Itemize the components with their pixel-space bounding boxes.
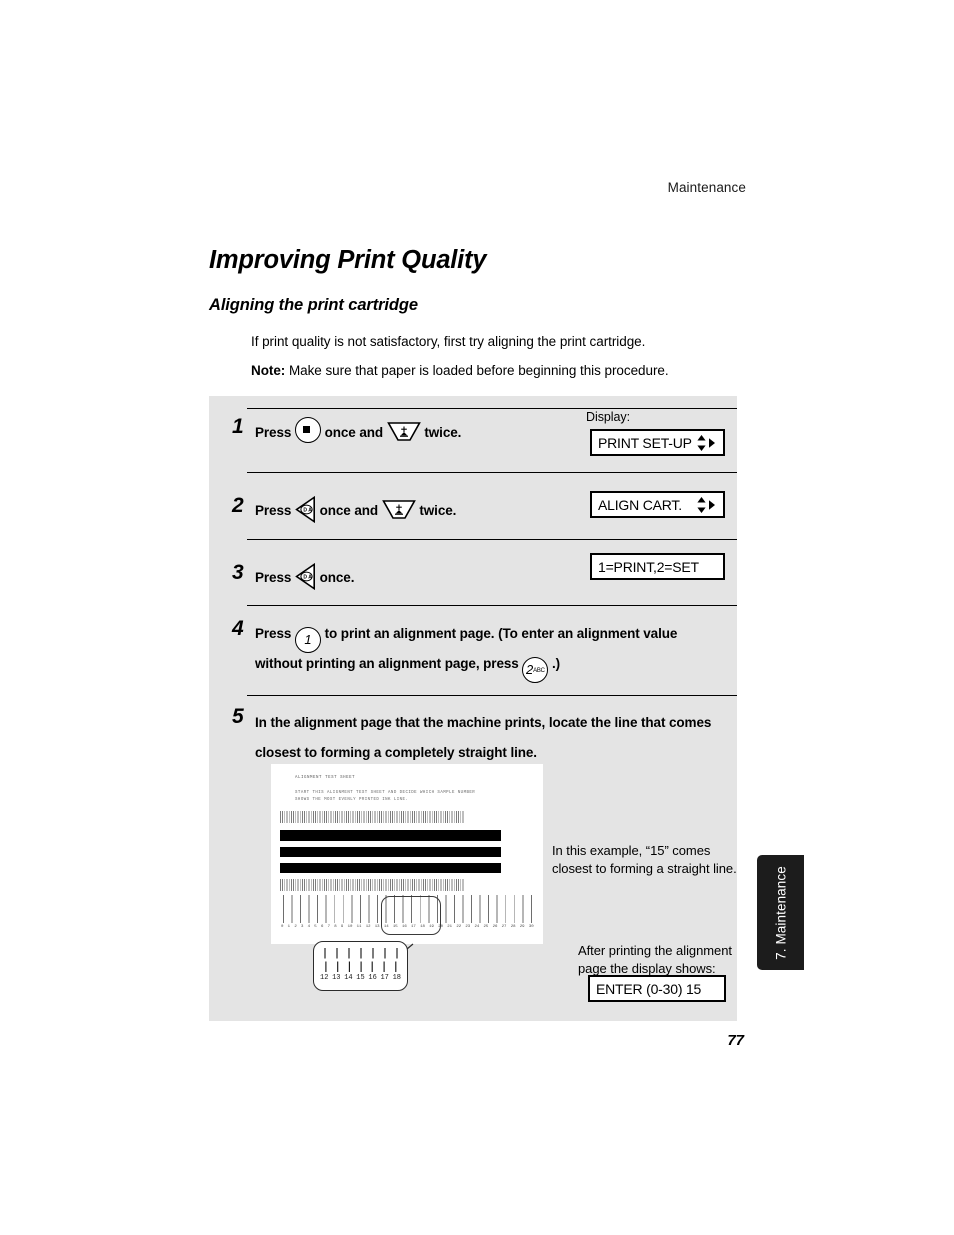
down-arrow-key-icon[interactable] <box>386 421 421 442</box>
callout-number: 12 <box>320 974 329 982</box>
numeric-key-1-label: 1 <box>304 632 312 647</box>
scale-label: 24 <box>474 925 480 929</box>
section-title: Aligning the print cartridge <box>209 296 418 314</box>
step-number-3: 3 <box>232 561 244 584</box>
display-text-print-setup: PRINT SET-UP <box>598 434 692 451</box>
scale-label: 25 <box>483 925 489 929</box>
step-text-4-line1: Press 1 to print an alignment page. (To … <box>255 619 677 653</box>
step-text-3: Press D A once. <box>255 563 354 592</box>
step4-line1-after: to print an alignment page. (To enter an… <box>324 626 678 641</box>
step3-after-label: once. <box>319 570 355 585</box>
running-header: Maintenance <box>667 180 746 195</box>
step1-middle-label: once and <box>324 425 384 440</box>
svg-text:D: D <box>303 508 307 514</box>
callout-number: 17 <box>380 974 389 982</box>
step-number-4: 4 <box>232 617 244 640</box>
scale-label: 22 <box>456 925 462 929</box>
display-box-print-set: 1=PRINT,2=SET <box>590 553 725 580</box>
step-divider-4 <box>247 695 737 696</box>
numeric-key-2-icon[interactable]: 2ABC <box>522 657 549 683</box>
after-print-annotation: After printing the alignment page the di… <box>578 943 732 976</box>
start-key-icon[interactable]: D A <box>295 563 316 590</box>
display-text-print-set: 1=PRINT,2=SET <box>598 558 699 575</box>
page-number: 77 <box>727 1032 744 1049</box>
step2-after-label: twice. <box>419 503 457 518</box>
step4-line2-after: .) <box>551 656 561 671</box>
note-paragraph: Note: Make sure that paper is loaded bef… <box>251 363 669 378</box>
scale-label: 23 <box>465 925 471 929</box>
test-sheet-hatch-bottom <box>280 879 465 891</box>
step-text-2: Press D A once and twice. <box>255 496 456 525</box>
test-sheet-bar-3 <box>280 863 501 873</box>
step4-line2-before: without printing an alignment page, pres… <box>255 656 519 671</box>
step1-after-label: twice. <box>424 425 462 440</box>
callout-number: 15 <box>356 974 365 982</box>
callout-number: 14 <box>344 974 353 982</box>
display-label: Display: <box>586 410 631 424</box>
numeric-key-2-sub: ABC <box>533 668 545 674</box>
display-box-align-cart: ALIGN CART. <box>590 491 725 518</box>
scale-label: 26 <box>492 925 498 929</box>
display-arrows-icon <box>696 496 716 514</box>
step-text-1: Press once and twice. <box>255 417 461 447</box>
test-sheet-hatch-top <box>280 811 465 823</box>
test-sheet-bar-1 <box>280 830 501 841</box>
step3-press-label: Press <box>255 570 292 585</box>
step-divider-2 <box>247 539 737 540</box>
display-text-enter-value: ENTER (0-30) 15 <box>596 980 702 997</box>
svg-text:A: A <box>308 508 312 514</box>
step-text-5: In the alignment page that the machine p… <box>255 715 712 760</box>
scale-label: 30 <box>528 925 534 929</box>
step-divider-3 <box>247 605 737 606</box>
chapter-thumb-tab-label: 7. Maintenance <box>773 865 788 960</box>
display-box-print-setup: PRINT SET-UP <box>590 429 725 456</box>
start-key-icon[interactable]: D A <box>295 496 316 523</box>
callout-magnifier: 12 13 14 15 16 17 18 <box>313 941 408 991</box>
step-number-5: 5 <box>232 705 244 728</box>
step-text-4-line2: without printing an alignment page, pres… <box>255 649 560 683</box>
step-number-2: 2 <box>232 494 244 517</box>
step2-middle-label: once and <box>319 503 379 518</box>
intro-paragraph: If print quality is not satisfactory, fi… <box>251 334 646 349</box>
test-sheet-body-line1: START THIS ALIGNMENT TEST SHEET AND DECI… <box>295 791 476 795</box>
down-arrow-key-icon[interactable] <box>381 499 416 520</box>
note-label: Note: <box>251 363 286 378</box>
callout-numbers: 12 13 14 15 16 17 18 <box>320 974 401 982</box>
scale-label: 27 <box>501 925 507 929</box>
function-key-icon[interactable] <box>294 417 321 443</box>
callout-number: 18 <box>392 974 401 982</box>
display-text-align-cart: ALIGN CART. <box>598 496 682 513</box>
scale-label: 29 <box>519 925 525 929</box>
test-sheet-body-line2: SHOWS THE MOST EVENLY PRINTED INK LINE. <box>295 798 409 802</box>
example-annotation: In this example, “15” comes closest to f… <box>552 843 737 876</box>
step1-press-label: Press <box>255 425 292 440</box>
chapter-thumb-tab: 7. Maintenance <box>757 855 804 970</box>
scale-label: 28 <box>510 925 516 929</box>
test-sheet-bar-2 <box>280 847 501 857</box>
step2-press-label: Press <box>255 503 292 518</box>
note-text: Make sure that paper is loaded before be… <box>285 363 669 378</box>
display-box-enter-value: ENTER (0-30) 15 <box>588 975 726 1002</box>
test-sheet-heading: ALIGNMENT TEST SHEET <box>295 776 356 780</box>
svg-text:D: D <box>303 575 307 581</box>
callout-alignment-lines <box>324 948 398 972</box>
step4-press-label: Press <box>255 626 292 641</box>
callout-number: 16 <box>368 974 377 982</box>
step-divider-top <box>247 408 737 409</box>
step-number-1: 1 <box>232 415 244 438</box>
callout-number: 13 <box>332 974 341 982</box>
display-arrows-icon <box>696 434 716 452</box>
step-divider-1 <box>247 472 737 473</box>
svg-text:A: A <box>308 575 312 581</box>
page-title: Improving Print Quality <box>209 246 487 274</box>
scale-label: 21 <box>447 925 453 929</box>
